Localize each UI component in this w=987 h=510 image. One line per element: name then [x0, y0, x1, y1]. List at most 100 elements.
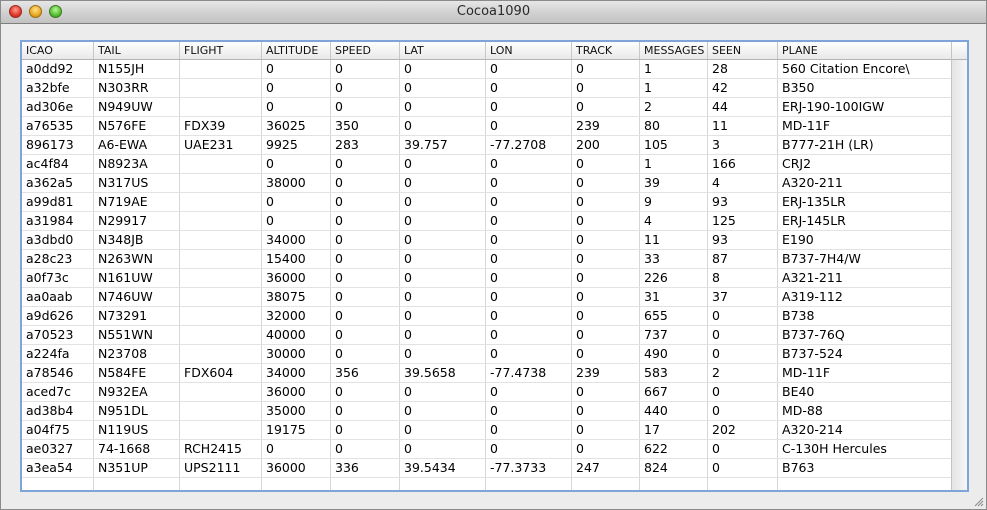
- table-row[interactable]: ac4f84 N8923A 0 0 0 0 0 1 166 CRJ2: [22, 155, 952, 174]
- cell-icao: ae0327: [22, 440, 94, 458]
- table-row[interactable]: a99d81 N719AE 0 0 0 0 0 9 93 ERJ-135LR: [22, 193, 952, 212]
- cell-seen: 0: [708, 402, 778, 420]
- resize-grip-icon[interactable]: [972, 495, 984, 507]
- cell-seen: 0: [708, 459, 778, 477]
- column-header-flight[interactable]: FLIGHT: [180, 42, 262, 59]
- table-row[interactable]: a04f75 N119US 19175 0 0 0 0 17 202 A320-214: [22, 421, 952, 440]
- column-header-plane[interactable]: PLANE: [778, 42, 952, 59]
- cell-messages: 226: [640, 269, 708, 287]
- cell-messages: [640, 478, 708, 490]
- cell-messages: 583: [640, 364, 708, 382]
- window-content: ICAO TAIL FLIGHT ALTITUDE SPEED LAT LON TRACK ME…: [1, 24, 986, 509]
- cell-flight: FDX604: [180, 364, 262, 382]
- cell-seen: 202: [708, 421, 778, 439]
- table-row[interactable]: a3ea54 N351UP UPS2111 36000 336 39.5434 -77.37…: [22, 459, 952, 478]
- cell-lat: 0: [400, 79, 486, 97]
- cell-messages: 33: [640, 250, 708, 268]
- cell-seen: 0: [708, 345, 778, 363]
- cell-messages: 2: [640, 98, 708, 116]
- table-row[interactable]: a70523 N551WN 40000 0 0 0 0 737 0 B737-76Q: [22, 326, 952, 345]
- cell-seen: 0: [708, 326, 778, 344]
- cell-tail: N8923A: [94, 155, 180, 173]
- column-header-lat[interactable]: LAT: [400, 42, 486, 59]
- cell-track: 0: [572, 174, 640, 192]
- cell-altitude: 15400: [262, 250, 331, 268]
- column-header-seen[interactable]: SEEN: [708, 42, 778, 59]
- cell-tail: 74-1668: [94, 440, 180, 458]
- table-row[interactable]: [22, 478, 952, 490]
- cell-lat: 0: [400, 269, 486, 287]
- table-row[interactable]: ae0327 74-1668 RCH2415 0 0 0 0 0 622 0 C-130H Herc…: [22, 440, 952, 459]
- table-row[interactable]: a28c23 N263WN 15400 0 0 0 0 33 87 B737-7H4/W: [22, 250, 952, 269]
- cell-speed: 0: [331, 307, 400, 325]
- cell-messages: 1: [640, 60, 708, 78]
- cell-tail: N746UW: [94, 288, 180, 306]
- table-row[interactable]: a362a5 N317US 38000 0 0 0 0 39 4 A320-211: [22, 174, 952, 193]
- cell-tail: N932EA: [94, 383, 180, 401]
- cell-lat: [400, 478, 486, 490]
- cell-plane: BE40: [778, 383, 952, 401]
- cell-altitude: 40000: [262, 326, 331, 344]
- table-row[interactable]: aa0aab N746UW 38075 0 0 0 0 31 37 A319-112: [22, 288, 952, 307]
- cell-track: 0: [572, 326, 640, 344]
- table-row[interactable]: ad306e N949UW 0 0 0 0 0 2 44 ERJ-190-100IGW: [22, 98, 952, 117]
- column-header-altitude[interactable]: ALTITUDE: [262, 42, 331, 59]
- column-header-tail[interactable]: TAIL: [94, 42, 180, 59]
- cell-tail: N29917: [94, 212, 180, 230]
- cell-flight: [180, 250, 262, 268]
- column-header-track[interactable]: TRACK: [572, 42, 640, 59]
- vertical-scrollbar[interactable]: [951, 60, 967, 490]
- aircraft-table[interactable]: ICAO TAIL FLIGHT ALTITUDE SPEED LAT LON TRACK ME…: [20, 40, 969, 492]
- cell-tail: N155JH: [94, 60, 180, 78]
- cell-lat: 0: [400, 60, 486, 78]
- table-row[interactable]: a0f73c N161UW 36000 0 0 0 0 226 8 A321-211: [22, 269, 952, 288]
- table-row[interactable]: a78546 N584FE FDX604 34000 356 39.5658 -77.473…: [22, 364, 952, 383]
- cell-seen: 166: [708, 155, 778, 173]
- cell-lat: 0: [400, 383, 486, 401]
- cell-tail: N317US: [94, 174, 180, 192]
- column-header-speed[interactable]: SPEED: [331, 42, 400, 59]
- cell-lon: 0: [486, 250, 572, 268]
- cell-icao: a78546: [22, 364, 94, 382]
- column-header-icao[interactable]: ICAO: [22, 42, 94, 59]
- cell-lat: 39.757: [400, 136, 486, 154]
- cell-seen: 0: [708, 440, 778, 458]
- cell-lon: 0: [486, 174, 572, 192]
- cell-speed: 0: [331, 212, 400, 230]
- table-row[interactable]: a224fa N23708 30000 0 0 0 0 490 0 B737-524: [22, 345, 952, 364]
- cell-altitude: 0: [262, 155, 331, 173]
- cell-tail: N161UW: [94, 269, 180, 287]
- title-bar[interactable]: Cocoa1090: [1, 1, 986, 24]
- table-row[interactable]: a76535 N576FE FDX39 36025 350 0 0 239 80 11 MD-11F: [22, 117, 952, 136]
- table-row[interactable]: a0dd92 N155JH 0 0 0 0 0 1 28 560 Citation Encore\: [22, 60, 952, 79]
- cell-plane: B350: [778, 79, 952, 97]
- cell-lat: 0: [400, 155, 486, 173]
- table-row[interactable]: ad38b4 N951DL 35000 0 0 0 0 440 0 MD-88: [22, 402, 952, 421]
- table-row[interactable]: a32bfe N303RR 0 0 0 0 0 1 42 B350: [22, 79, 952, 98]
- cell-seen: 93: [708, 193, 778, 211]
- cell-lat: 0: [400, 440, 486, 458]
- header-corner: [951, 42, 967, 60]
- cell-icao: a0dd92: [22, 60, 94, 78]
- table-row[interactable]: a31984 N29917 0 0 0 0 0 4 125 ERJ-145LR: [22, 212, 952, 231]
- cell-icao: a3ea54: [22, 459, 94, 477]
- cell-messages: 4: [640, 212, 708, 230]
- cell-plane: 560 Citation Encore\: [778, 60, 952, 78]
- cell-speed: 0: [331, 98, 400, 116]
- table-row[interactable]: aced7c N932EA 36000 0 0 0 0 667 0 BE40: [22, 383, 952, 402]
- cell-messages: 1: [640, 155, 708, 173]
- cell-tail: N303RR: [94, 79, 180, 97]
- table-row[interactable]: a9d626 N73291 32000 0 0 0 0 655 0 B738: [22, 307, 952, 326]
- cell-icao: 896173: [22, 136, 94, 154]
- column-header-messages[interactable]: MESSAGES: [640, 42, 708, 59]
- cell-speed: 0: [331, 440, 400, 458]
- table-header: ICAO TAIL FLIGHT ALTITUDE SPEED LAT LON TRACK ME…: [22, 42, 952, 60]
- column-header-lon[interactable]: LON: [486, 42, 572, 59]
- cell-messages: 824: [640, 459, 708, 477]
- table-row[interactable]: a3dbd0 N348JB 34000 0 0 0 0 11 93 E190: [22, 231, 952, 250]
- cell-lon: 0: [486, 269, 572, 287]
- cell-track: 0: [572, 60, 640, 78]
- cell-plane: B763: [778, 459, 952, 477]
- cell-plane: B777-21H (LR): [778, 136, 952, 154]
- table-row[interactable]: 896173 A6-EWA UAE231 9925 283 39.757 -77.2708 2…: [22, 136, 952, 155]
